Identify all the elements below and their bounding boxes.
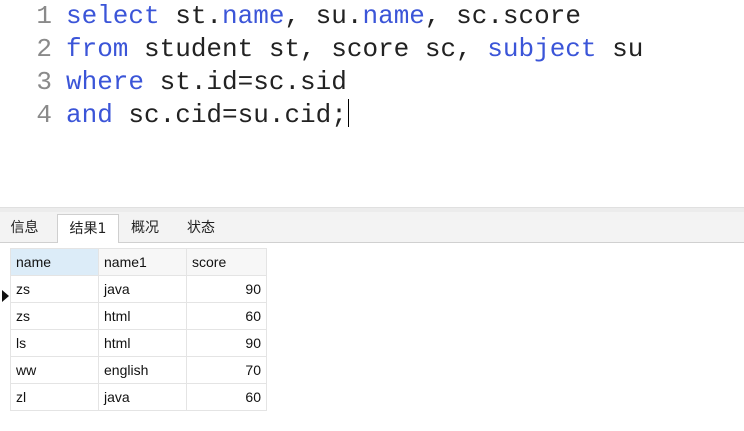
code-line-4[interactable]: and sc.cid=su.cid;: [66, 99, 349, 132]
table-row[interactable]: zs java 90: [10, 275, 267, 303]
line-number: 3: [36, 67, 52, 97]
cell-name[interactable]: zs: [10, 302, 99, 330]
tab-info[interactable]: 信息: [0, 214, 49, 243]
line-number-gutter: 1 2 3 4: [0, 0, 66, 207]
cell-name[interactable]: ls: [10, 329, 99, 357]
sql-editor[interactable]: 1 2 3 4 select st.name, su.name, sc.scor…: [0, 0, 744, 207]
code-text-area[interactable]: select st.name, su.name, sc.score from s…: [66, 0, 744, 207]
cell-name[interactable]: zl: [10, 383, 99, 411]
column-header-name[interactable]: name: [10, 248, 99, 276]
tab-status[interactable]: 状态: [175, 214, 227, 243]
sql-text: st.: [159, 1, 223, 31]
code-line-2[interactable]: from student st, score sc, subject su: [66, 33, 643, 66]
table-row[interactable]: ls html 90: [10, 329, 267, 357]
cell-score[interactable]: 90: [186, 329, 267, 357]
line-number: 1: [36, 1, 52, 31]
table-row[interactable]: ww english 70: [10, 356, 267, 384]
result-tab-bar: 信息 结果1 概况 状态: [0, 212, 744, 244]
results-table: name name1 score zs java 90 zs html 60 l…: [10, 248, 267, 411]
header-row: name name1 score: [10, 248, 267, 276]
current-row-arrow-icon: [2, 290, 9, 302]
code-line-1[interactable]: select st.name, su.name, sc.score: [66, 0, 581, 33]
sql-keyword: where: [66, 67, 145, 97]
sql-query-window: 1 2 3 4 select st.name, su.name, sc.scor…: [0, 0, 744, 431]
cell-score[interactable]: 90: [186, 275, 267, 303]
sql-keyword: from: [66, 34, 129, 64]
cell-score[interactable]: 60: [186, 302, 267, 330]
cell-name1[interactable]: english: [98, 356, 187, 384]
sql-text: st.id=sc.sid: [144, 67, 347, 97]
results-grid: name name1 score zs java 90 zs html 60 l…: [0, 243, 744, 431]
column-header-name1[interactable]: name1: [98, 248, 187, 276]
sql-text: su: [596, 34, 644, 64]
cell-name[interactable]: ww: [10, 356, 99, 384]
line-number: 4: [36, 100, 52, 130]
table-row[interactable]: zl java 60: [10, 383, 267, 411]
sql-text: sc.cid=su.cid;: [112, 100, 347, 130]
sql-text: , sc.score: [424, 1, 581, 31]
cell-score[interactable]: 70: [186, 356, 267, 384]
cell-score[interactable]: 60: [186, 383, 267, 411]
line-number: 2: [36, 34, 52, 64]
tab-overview[interactable]: 概况: [119, 214, 171, 243]
cell-name1[interactable]: java: [98, 275, 187, 303]
cell-name1[interactable]: html: [98, 329, 187, 357]
sql-keyword: and: [66, 100, 113, 130]
sql-keyword: select: [66, 1, 160, 31]
cell-name1[interactable]: java: [98, 383, 187, 411]
sql-text: , su.: [284, 1, 363, 31]
code-line-3[interactable]: where st.id=sc.sid: [66, 66, 347, 99]
column-header-score[interactable]: score: [186, 248, 267, 276]
sql-keyword: name: [222, 1, 285, 31]
table-row[interactable]: zs html 60: [10, 302, 267, 330]
sql-keyword: name: [362, 1, 425, 31]
sql-keyword: subject: [487, 34, 597, 64]
sql-text: student st, score sc,: [128, 34, 488, 64]
text-cursor: [347, 99, 349, 127]
cell-name[interactable]: zs: [10, 275, 99, 303]
tab-result1[interactable]: 结果1: [57, 214, 119, 244]
cell-name1[interactable]: html: [98, 302, 187, 330]
